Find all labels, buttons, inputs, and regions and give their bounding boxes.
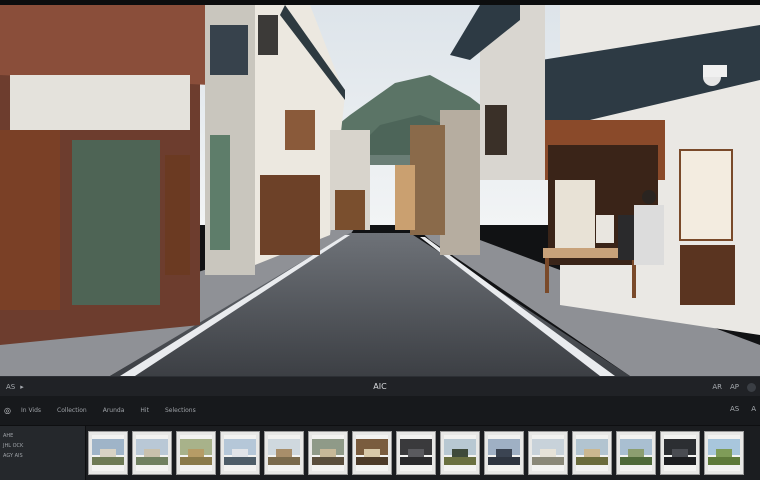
thumbnail-image (224, 435, 256, 471)
thumbnail-image (488, 435, 520, 471)
tab-in-vids[interactable]: In Vids (21, 407, 41, 414)
filmstrip-thumbnail[interactable] (220, 431, 260, 475)
tab-right-label-1[interactable]: AS (730, 405, 739, 413)
filmstrip-thumbnail[interactable] (704, 431, 744, 475)
filmstrip-thumbnail[interactable] (616, 431, 656, 475)
sidepanel-line: JHL OCK (3, 443, 24, 449)
filmstrip-thumbnail[interactable] (572, 431, 612, 475)
sidepanel-line: AHE (3, 433, 14, 439)
thumbnail-image (356, 435, 388, 471)
tab-label: Arunda (102, 407, 125, 414)
thumbnail-image (620, 435, 652, 471)
tab-arunda[interactable]: Arunda (103, 407, 125, 414)
toolbar-title: AIC (373, 382, 387, 391)
filmstrip (88, 429, 760, 477)
tab-bar-right: AS A (730, 405, 756, 413)
thumbnail-image (312, 435, 344, 471)
record-icon[interactable] (747, 382, 756, 392)
tab-bar: ◎ In Vids Collection Arunda Hit Selectio… (0, 396, 760, 426)
thumbnail-image (136, 435, 168, 471)
tab-hit[interactable]: Hit (140, 407, 149, 414)
tab-right-label-2[interactable]: A (751, 405, 756, 413)
thumbnail-image (576, 435, 608, 471)
filmstrip-thumbnail[interactable] (264, 431, 304, 475)
play-icon[interactable]: ▸ (20, 383, 24, 391)
sidepanel-line: AGY AIS (3, 453, 23, 459)
filmstrip-thumbnail[interactable] (352, 431, 392, 475)
thumbnail-image (664, 435, 696, 471)
info-sidepanel: AHE JHL OCK AGY AIS (0, 426, 86, 480)
thumbnail-image (400, 435, 432, 471)
filmstrip-thumbnail[interactable] (440, 431, 480, 475)
toolbar-right-label-1[interactable]: AR (712, 381, 722, 393)
filmstrip-thumbnail[interactable] (484, 431, 524, 475)
filmstrip-thumbnail[interactable] (396, 431, 436, 475)
thumbnail-image (532, 435, 564, 471)
toolbar-right-label-2[interactable]: AP (730, 381, 739, 393)
filmstrip-thumbnail[interactable] (176, 431, 216, 475)
tab-selections[interactable]: Selections (165, 407, 196, 414)
photo-viewer[interactable] (0, 5, 760, 376)
thumbnail-image (180, 435, 212, 471)
library-icon[interactable]: ◎ (4, 406, 11, 415)
thumbnail-image (444, 435, 476, 471)
filmstrip-thumbnail[interactable] (660, 431, 700, 475)
tab-label: In Vids (20, 407, 42, 414)
filmstrip-thumbnail[interactable] (528, 431, 568, 475)
thumbnail-image (268, 435, 300, 471)
filmstrip-thumbnail[interactable] (132, 431, 172, 475)
bottom-panel: AS ▸ AIC AR AP ◎ In Vids Collection Arun… (0, 376, 760, 480)
street-photo (0, 5, 760, 376)
tab-collection[interactable]: Collection (57, 407, 87, 414)
toolbar-right-group: AR AP (712, 381, 756, 393)
toolbar-left-label: AS (6, 382, 16, 391)
tab-label: Selections (164, 407, 196, 414)
filmstrip-thumbnail[interactable] (88, 431, 128, 475)
thumbnail-image (708, 435, 740, 471)
tab-label: Collection (57, 407, 87, 414)
tab-label: Hit (140, 407, 149, 414)
thumbnail-image (92, 435, 124, 471)
viewer-toolbar: AS ▸ AIC AR AP (0, 376, 760, 396)
toolbar-left-group[interactable]: AS ▸ (6, 383, 24, 391)
filmstrip-thumbnail[interactable] (308, 431, 348, 475)
